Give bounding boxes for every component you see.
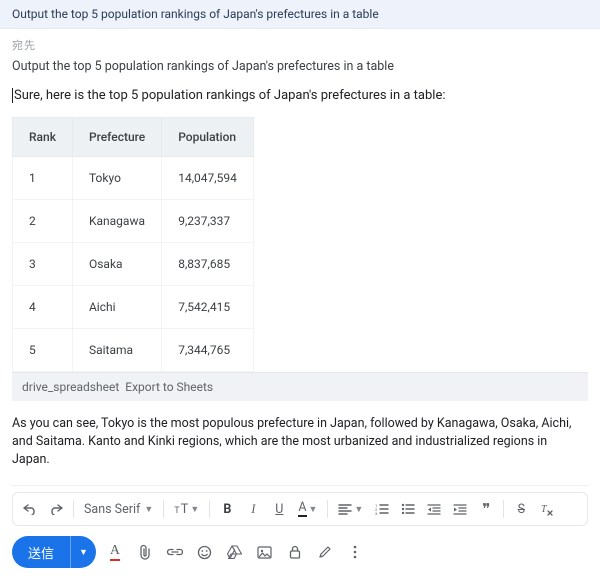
banner-prompt: Output the top 5 population rankings of … — [0, 0, 600, 29]
clear-format-icon: T — [540, 502, 554, 516]
table-row: 3 Osaka 8,837,685 — [13, 243, 254, 286]
table-row: 1 Tokyo 14,047,594 — [13, 157, 254, 200]
indent-decrease-icon — [427, 503, 441, 515]
col-prefecture: Prefecture — [72, 118, 161, 157]
italic-button[interactable]: I — [242, 497, 264, 521]
image-icon — [257, 546, 272, 559]
text-format-button[interactable]: A — [104, 540, 126, 564]
separator — [209, 500, 210, 518]
redo-button[interactable] — [45, 497, 67, 521]
clear-format-button[interactable]: T — [536, 497, 558, 521]
bold-button[interactable]: B — [216, 497, 238, 521]
text-color-icon: A — [298, 502, 306, 518]
redo-icon — [49, 503, 63, 515]
table-row: 2 Kanagawa 9,237,337 — [13, 200, 254, 243]
main-content: 宛先 Output the top 5 population rankings … — [0, 29, 600, 578]
indent-increase-icon — [453, 503, 467, 515]
separator — [163, 500, 164, 518]
send-button[interactable]: 送信 — [12, 536, 70, 568]
banner-text: Output the top 5 population rankings of … — [12, 7, 379, 21]
export-label: Export to Sheets — [125, 380, 213, 394]
reply-intro-text: Sure, here is the top 5 population ranki… — [12, 88, 446, 103]
font-size-icon: TT — [174, 502, 188, 517]
paperclip-icon — [138, 544, 152, 560]
text-format-icon: A — [110, 544, 120, 561]
numbered-list-icon: 123 — [375, 503, 389, 515]
more-options-button[interactable] — [344, 540, 366, 564]
font-family-label: Sans Serif — [84, 502, 140, 517]
attach-button[interactable] — [134, 540, 156, 564]
lock-icon — [289, 545, 301, 559]
undo-button[interactable] — [19, 497, 41, 521]
more-vertical-icon — [353, 545, 357, 559]
font-family-select[interactable]: Sans Serif ▼ — [80, 497, 157, 521]
separator — [327, 500, 328, 518]
bulleted-list-icon — [401, 503, 415, 515]
undo-icon — [23, 503, 37, 515]
link-icon — [167, 547, 183, 557]
underline-button[interactable]: U — [268, 497, 290, 521]
chevron-down-icon: ▼ — [354, 504, 363, 515]
svg-text:3: 3 — [375, 511, 377, 515]
export-to-sheets[interactable]: drive_spreadsheet Export to Sheets — [12, 372, 588, 401]
font-size-button[interactable]: TT ▼ — [170, 497, 203, 521]
svg-text:T: T — [541, 504, 548, 515]
population-table: Rank Prefecture Population 1 Tokyo 14,04… — [12, 117, 254, 372]
table-row: 5 Saitama 7,344,765 — [13, 329, 254, 372]
send-split-button: 送信 ▼ — [12, 536, 96, 568]
insert-link-button[interactable] — [164, 540, 186, 564]
chevron-down-icon: ▼ — [144, 504, 153, 515]
divider — [12, 485, 588, 486]
reply-intro[interactable]: Sure, here is the top 5 population ranki… — [12, 88, 588, 103]
insert-image-button[interactable] — [254, 540, 276, 564]
format-toolbar: Sans Serif ▼ TT ▼ B I U A ▼ ▼ 123 — [12, 492, 588, 526]
bulleted-list-button[interactable] — [397, 497, 419, 521]
subject-line: Output the top 5 population rankings of … — [12, 59, 588, 74]
send-label: 送信 — [28, 543, 54, 562]
to-label: 宛先 — [12, 37, 588, 53]
align-button[interactable]: ▼ — [334, 497, 367, 521]
col-rank: Rank — [13, 118, 73, 157]
insert-emoji-button[interactable] — [194, 540, 216, 564]
table-header-row: Rank Prefecture Population — [13, 118, 254, 157]
confidential-button[interactable] — [284, 540, 306, 564]
separator — [503, 500, 504, 518]
chevron-down-icon: ▼ — [79, 547, 88, 558]
summary-text: As you can see, Tokyo is the most populo… — [12, 415, 588, 469]
drive-spreadsheet-icon: drive_spreadsheet — [22, 380, 119, 394]
align-left-icon — [338, 503, 352, 515]
insert-signature-button[interactable] — [314, 540, 336, 564]
emoji-icon — [197, 545, 212, 560]
col-population: Population — [162, 118, 254, 157]
text-color-button[interactable]: A ▼ — [294, 497, 321, 521]
insert-drive-button[interactable] — [224, 540, 246, 564]
chevron-down-icon: ▼ — [309, 504, 318, 515]
drive-icon — [227, 545, 242, 559]
indent-decrease-button[interactable] — [423, 497, 445, 521]
table-row: 4 Aichi 7,542,415 — [13, 286, 254, 329]
chevron-down-icon: ▼ — [190, 504, 199, 515]
quote-button[interactable]: ❞ — [475, 497, 497, 521]
pen-icon — [318, 545, 332, 559]
separator — [73, 500, 74, 518]
indent-increase-button[interactable] — [449, 497, 471, 521]
send-row: 送信 ▼ A — [12, 536, 588, 568]
numbered-list-button[interactable]: 123 — [371, 497, 393, 521]
send-options-button[interactable]: ▼ — [71, 536, 96, 568]
strikethrough-button[interactable]: S — [510, 497, 532, 521]
